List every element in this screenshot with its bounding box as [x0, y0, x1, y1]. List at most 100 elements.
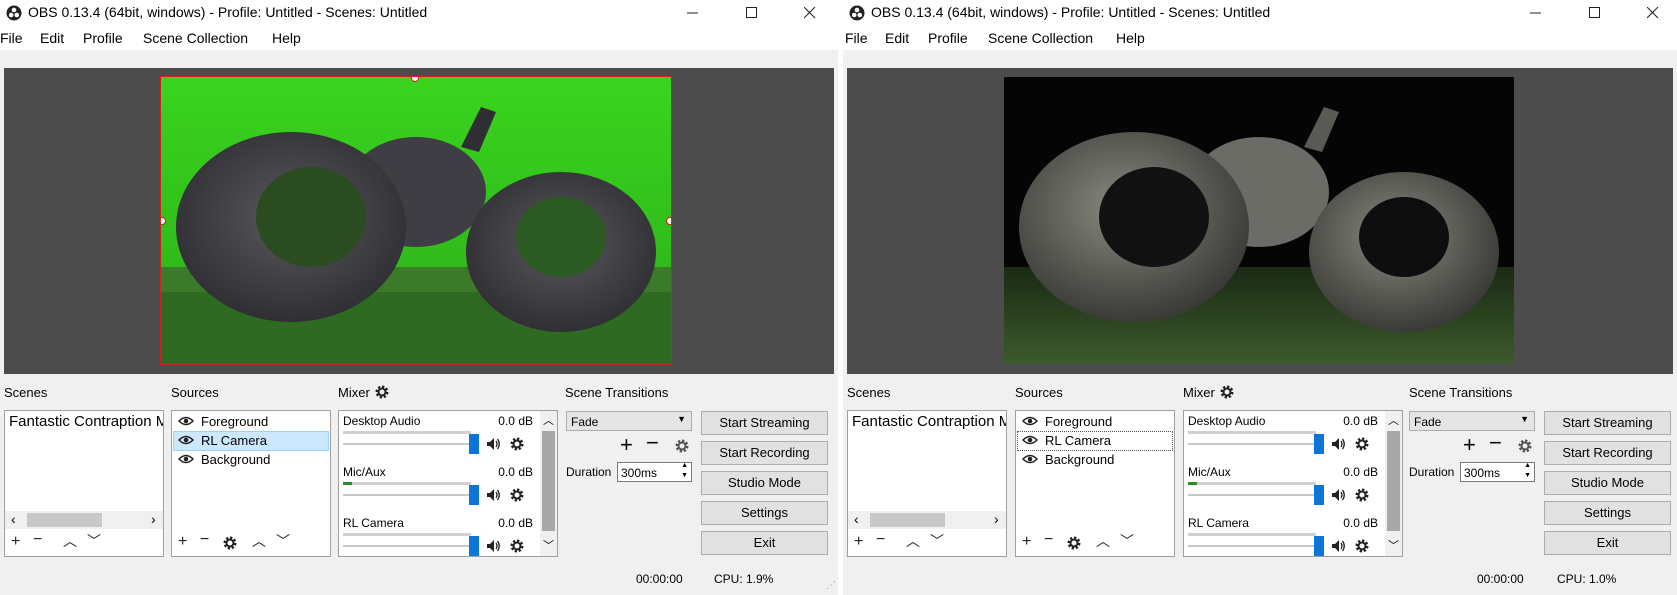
- list-item[interactable]: Fantastic Contraption M: [9, 413, 163, 430]
- spin-up-icon[interactable]: ▲: [1524, 462, 1531, 469]
- menu-profile[interactable]: Profile: [83, 30, 123, 46]
- transition-select[interactable]: Fade ▼: [566, 411, 692, 431]
- start-recording-button[interactable]: Start Recording: [701, 441, 828, 465]
- volume-slider-handle[interactable]: [1314, 536, 1324, 556]
- minus-icon[interactable]: −: [200, 531, 209, 549]
- minus-icon[interactable]: −: [1489, 430, 1502, 456]
- chevron-down-icon[interactable]: ﹀: [930, 531, 944, 551]
- scenes-list[interactable]: Fantastic Contraption M ‹ › + − ︿ ﹀: [847, 410, 1007, 557]
- list-item[interactable]: RL Camera: [1017, 431, 1173, 451]
- chevron-down-icon[interactable]: ﹀: [1120, 531, 1134, 551]
- maximize-button[interactable]: [1572, 0, 1618, 26]
- studio-mode-button[interactable]: Studio Mode: [1544, 471, 1671, 495]
- speaker-icon[interactable]: [1330, 538, 1346, 554]
- title-bar[interactable]: OBS 0.13.4 (64bit, windows) - Profile: U…: [0, 0, 838, 26]
- chevron-up-icon[interactable]: ︿: [906, 531, 920, 551]
- preview-area[interactable]: [4, 68, 834, 374]
- volume-slider-handle[interactable]: [1314, 485, 1324, 505]
- duration-input[interactable]: 300ms ▲ ▼: [1460, 462, 1535, 482]
- scenes-list[interactable]: Fantastic Contraption M ‹ › + − ︿ ﹀: [4, 410, 164, 557]
- exit-button[interactable]: Exit: [1544, 531, 1671, 555]
- start-streaming-button[interactable]: Start Streaming: [701, 411, 828, 435]
- chevron-right-icon[interactable]: ›: [151, 511, 156, 527]
- menu-edit[interactable]: Edit: [885, 30, 909, 46]
- gear-icon[interactable]: [509, 487, 525, 503]
- studio-mode-button[interactable]: Studio Mode: [701, 471, 828, 495]
- volume-slider-handle[interactable]: [469, 434, 479, 454]
- list-item[interactable]: Background: [1018, 451, 1172, 469]
- menu-edit[interactable]: Edit: [40, 30, 64, 46]
- title-bar[interactable]: OBS 0.13.4 (64bit, windows) - Profile: U…: [843, 0, 1677, 26]
- sources-list[interactable]: Foreground RL Camera Background + − ︿ ﹀: [171, 410, 331, 557]
- start-streaming-button[interactable]: Start Streaming: [1544, 411, 1671, 435]
- spin-down-icon[interactable]: ▼: [1524, 472, 1531, 479]
- gear-icon[interactable]: [374, 384, 390, 400]
- plus-icon[interactable]: +: [11, 533, 20, 551]
- volume-slider[interactable]: [1188, 494, 1316, 496]
- volume-slider[interactable]: [343, 545, 471, 547]
- preview-canvas[interactable]: [160, 76, 672, 365]
- eye-icon[interactable]: [178, 415, 194, 427]
- chevron-up-icon[interactable]: ︿: [63, 531, 77, 551]
- duration-input[interactable]: 300ms ▲ ▼: [617, 462, 692, 482]
- spin-down-icon[interactable]: ▼: [681, 472, 688, 479]
- list-item[interactable]: Fantastic Contraption M: [852, 413, 1006, 430]
- menu-file[interactable]: File: [0, 30, 23, 46]
- gear-icon[interactable]: [1066, 535, 1082, 551]
- menu-scene-collection[interactable]: Scene Collection: [143, 30, 248, 46]
- speaker-icon[interactable]: [485, 538, 501, 554]
- gear-icon[interactable]: [674, 438, 690, 454]
- close-button[interactable]: [787, 0, 833, 26]
- eye-icon[interactable]: [1022, 415, 1038, 427]
- eye-icon[interactable]: [178, 434, 194, 446]
- gear-icon[interactable]: [1354, 487, 1370, 503]
- speaker-icon[interactable]: [485, 487, 501, 503]
- preview-canvas[interactable]: [1004, 77, 1514, 364]
- menu-scene-collection[interactable]: Scene Collection: [988, 30, 1093, 46]
- sources-list[interactable]: Foreground RL Camera Background + − ︿ ﹀: [1015, 410, 1175, 557]
- gear-icon[interactable]: [509, 436, 525, 452]
- minus-icon[interactable]: −: [33, 531, 42, 549]
- plus-icon[interactable]: +: [854, 533, 863, 551]
- chevron-up-icon[interactable]: ︿: [1388, 412, 1399, 428]
- transition-select[interactable]: Fade ▼: [1409, 411, 1535, 431]
- vertical-scrollbar[interactable]: ︿ ﹀: [540, 411, 557, 556]
- speaker-icon[interactable]: [1330, 436, 1346, 452]
- settings-button[interactable]: Settings: [701, 501, 828, 525]
- menu-help[interactable]: Help: [272, 30, 301, 46]
- list-item[interactable]: Foreground: [1018, 413, 1172, 431]
- eye-icon[interactable]: [1022, 453, 1038, 465]
- menu-help[interactable]: Help: [1116, 30, 1145, 46]
- chevron-left-icon[interactable]: ‹: [854, 511, 859, 527]
- minus-icon[interactable]: −: [876, 531, 885, 549]
- list-item-selected[interactable]: RL Camera: [173, 431, 329, 451]
- scrollbar-thumb[interactable]: [1387, 431, 1400, 531]
- horizontal-scrollbar[interactable]: ‹ ›: [848, 511, 1006, 529]
- gear-icon[interactable]: [1517, 438, 1533, 454]
- plus-icon[interactable]: +: [1022, 533, 1031, 551]
- speaker-icon[interactable]: [1330, 487, 1346, 503]
- plus-icon[interactable]: +: [178, 533, 187, 551]
- volume-slider[interactable]: [343, 494, 471, 496]
- chevron-right-icon[interactable]: ›: [994, 511, 999, 527]
- gear-icon[interactable]: [509, 538, 525, 554]
- chevron-up-icon[interactable]: ︿: [1096, 531, 1110, 551]
- maximize-button[interactable]: [729, 0, 775, 26]
- chevron-down-icon[interactable]: ﹀: [87, 531, 101, 551]
- plus-icon[interactable]: +: [620, 432, 633, 458]
- scrollbar-thumb[interactable]: [870, 513, 945, 527]
- scrollbar-thumb[interactable]: [27, 513, 102, 527]
- start-recording-button[interactable]: Start Recording: [1544, 441, 1671, 465]
- volume-slider-handle[interactable]: [469, 485, 479, 505]
- chevron-up-icon[interactable]: ︿: [543, 412, 554, 428]
- gear-icon[interactable]: [1354, 436, 1370, 452]
- scrollbar-thumb[interactable]: [542, 431, 555, 531]
- vertical-scrollbar[interactable]: ︿ ﹀: [1385, 411, 1402, 556]
- speaker-icon[interactable]: [485, 436, 501, 452]
- preview-area[interactable]: [847, 68, 1673, 374]
- exit-button[interactable]: Exit: [701, 531, 828, 555]
- volume-slider-handle[interactable]: [469, 536, 479, 556]
- gear-icon[interactable]: [1354, 538, 1370, 554]
- horizontal-scrollbar[interactable]: ‹ ›: [5, 511, 163, 529]
- close-button[interactable]: [1630, 0, 1676, 26]
